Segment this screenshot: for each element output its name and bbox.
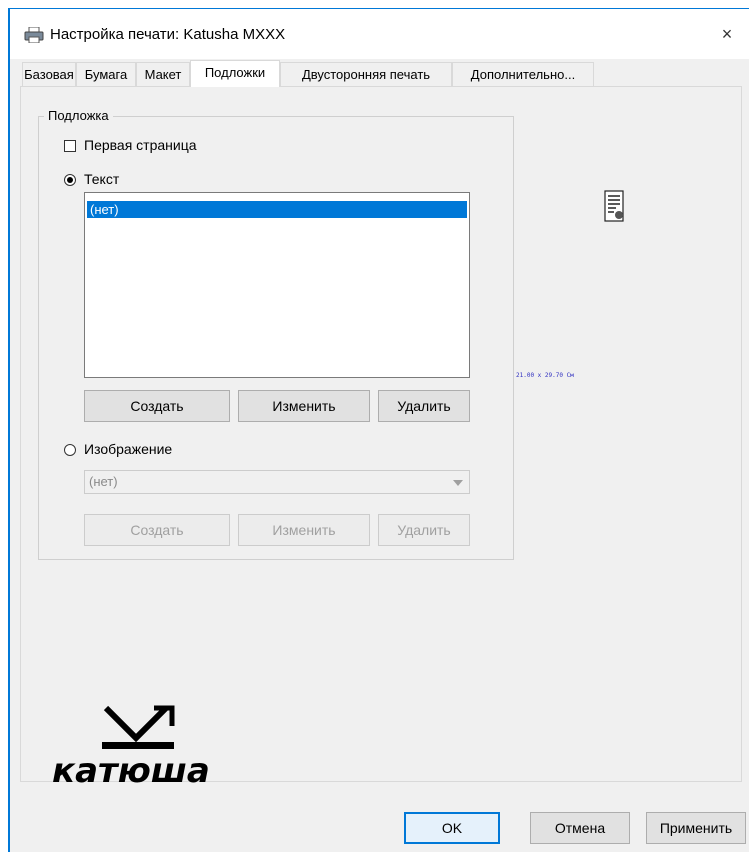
tab-layout[interactable]: Макет (136, 62, 190, 86)
create-text-button[interactable]: Создать (84, 390, 230, 422)
watermark-group-label: Подложка (44, 108, 113, 123)
ok-button[interactable]: OK (404, 812, 500, 844)
tab-basic[interactable]: Базовая (22, 62, 76, 86)
svg-text:катюша: катюша (52, 751, 210, 788)
chevron-down-icon (453, 480, 463, 486)
title-bar: Настройка печати: Katusha MXXX × (10, 9, 749, 59)
image-select[interactable]: (нет) (84, 470, 470, 494)
image-select-value: (нет) (89, 474, 118, 489)
create-image-button[interactable]: Создать (84, 514, 230, 546)
first-page-checkbox[interactable] (64, 140, 76, 152)
tab-advanced[interactable]: Дополнительно... (452, 62, 594, 86)
edit-image-button[interactable]: Изменить (238, 514, 370, 546)
first-page-label: Первая страница (84, 137, 197, 153)
delete-text-button[interactable]: Удалить (378, 390, 470, 422)
tab-duplex[interactable]: Двусторонняя печать (280, 62, 452, 86)
edit-text-button[interactable]: Изменить (238, 390, 370, 422)
dialog-title: Настройка печати: Katusha MXXX (50, 26, 286, 43)
tab-paper[interactable]: Бумага (76, 62, 136, 86)
tab-watermarks[interactable]: Подложки (190, 60, 280, 87)
text-radio[interactable] (64, 174, 76, 186)
katusha-logo: катюша (52, 705, 210, 788)
image-radio-label: Изображение (84, 441, 173, 457)
text-watermark-list[interactable]: (нет) (84, 192, 470, 378)
printer-icon (24, 27, 44, 43)
apply-button[interactable]: Применить (646, 812, 746, 844)
image-radio[interactable] (64, 444, 76, 456)
list-item[interactable]: (нет) (87, 201, 467, 218)
cancel-button[interactable]: Отмена (530, 812, 630, 844)
close-button[interactable]: × (705, 17, 749, 51)
page-preview-icon (604, 190, 624, 222)
text-radio-label: Текст (84, 171, 120, 187)
paper-size-text: 21.00 x 29.70 См (516, 372, 574, 379)
delete-image-button[interactable]: Удалить (378, 514, 470, 546)
